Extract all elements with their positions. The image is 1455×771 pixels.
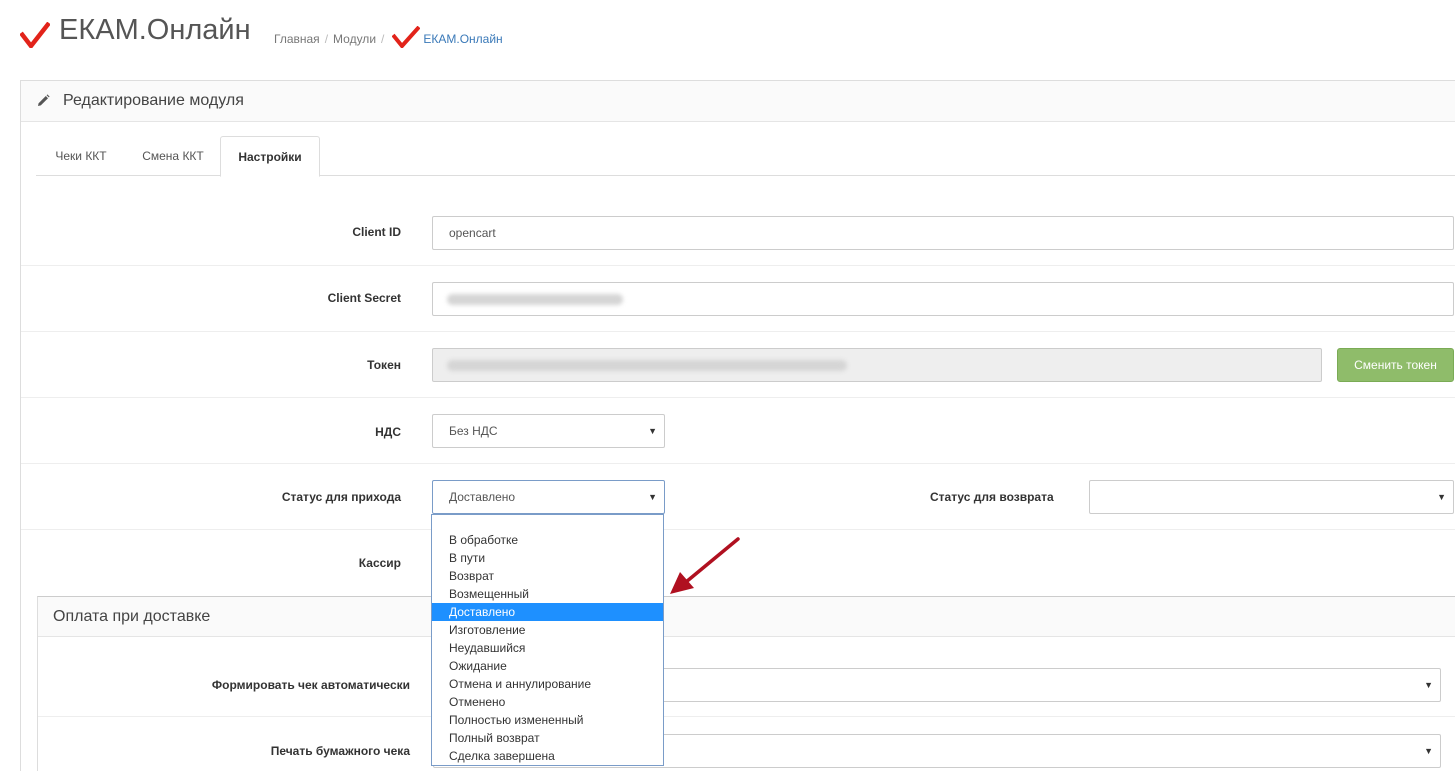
form-row-paper-receipt: Печать бумажного чека ▼ bbox=[38, 717, 1455, 771]
dropdown-option[interactable]: Возврат bbox=[432, 567, 663, 585]
breadcrumb-home[interactable]: Главная bbox=[274, 32, 320, 46]
client-secret-input[interactable] bbox=[432, 282, 1454, 316]
dropdown-option[interactable]: Неудавшийся bbox=[432, 639, 663, 657]
dropdown-option[interactable]: Полностью измененный bbox=[432, 711, 663, 729]
app-title: ЕКАМ.Онлайн bbox=[59, 14, 251, 46]
cashier-label: Кассир bbox=[358, 556, 401, 570]
caret-down-icon: ▼ bbox=[648, 426, 657, 436]
dropdown-option[interactable]: Отмена и аннулирование bbox=[432, 675, 663, 693]
edit-module-panel: Редактирование модуля Чеки ККТ Смена ККТ… bbox=[20, 80, 1455, 771]
change-token-button[interactable]: Сменить токен bbox=[1337, 348, 1454, 382]
annotation-arrow-icon bbox=[670, 537, 740, 594]
refund-status-select[interactable]: ▼ bbox=[1089, 480, 1454, 514]
tab-receipts[interactable]: Чеки ККТ bbox=[36, 136, 126, 176]
panel-title: Редактирование модуля bbox=[63, 92, 244, 109]
dropdown-option[interactable]: Изготовление bbox=[432, 621, 663, 639]
pencil-icon bbox=[38, 94, 50, 106]
panel-heading: Редактирование модуля bbox=[21, 81, 1455, 122]
form-row-vat: НДС Без НДС ▼ bbox=[21, 398, 1455, 464]
caret-down-icon: ▼ bbox=[1424, 746, 1433, 756]
form-row-client-id: Client ID opencart bbox=[21, 200, 1455, 266]
caret-down-icon: ▼ bbox=[1437, 492, 1446, 502]
income-status-label: Статус для прихода bbox=[281, 490, 401, 504]
cod-subpanel-title: Оплата при доставке bbox=[53, 608, 211, 625]
vat-label: НДС bbox=[375, 425, 401, 439]
redacted-value bbox=[447, 360, 847, 371]
dropdown-option[interactable]: Возмещенный bbox=[432, 585, 663, 603]
breadcrumb-separator: / bbox=[324, 32, 329, 47]
vat-select[interactable]: Без НДС ▼ bbox=[432, 414, 665, 448]
client-id-input[interactable]: opencart bbox=[432, 216, 1454, 250]
dropdown-option[interactable]: Ожидание bbox=[432, 657, 663, 675]
breadcrumb-separator: / bbox=[381, 32, 385, 47]
dropdown-option[interactable]: В обработке bbox=[432, 531, 663, 549]
income-status-value: Доставлено bbox=[449, 490, 516, 504]
auto-receipt-label: Формировать чек автоматически bbox=[211, 678, 410, 692]
caret-down-icon: ▼ bbox=[1424, 680, 1433, 690]
breadcrumb-current[interactable]: ЕКАМ.Онлайн bbox=[423, 32, 502, 46]
cod-subpanel: Оплата при доставке Формировать чек авто… bbox=[37, 596, 1455, 771]
breadcrumb: Главная / Модули / ЕКАМ.Онлайн bbox=[274, 26, 503, 48]
tab-shift[interactable]: Смена ККТ bbox=[126, 136, 220, 176]
income-status-dropdown: В обработке В пути Возврат Возмещенный Д… bbox=[431, 514, 664, 766]
paper-receipt-label: Печать бумажного чека bbox=[270, 744, 410, 758]
dropdown-option[interactable]: В пути bbox=[432, 549, 663, 567]
dropdown-option[interactable]: Сделка завершена bbox=[432, 747, 663, 765]
dropdown-option-selected[interactable]: Доставлено bbox=[432, 603, 663, 621]
vat-select-value: Без НДС bbox=[449, 424, 498, 438]
caret-down-icon: ▼ bbox=[648, 492, 657, 502]
token-label: Токен bbox=[367, 358, 401, 372]
income-status-select[interactable]: Доставлено ▼ bbox=[432, 480, 665, 514]
token-input bbox=[432, 348, 1322, 382]
breadcrumb-modules[interactable]: Модули bbox=[333, 32, 376, 46]
tab-bar: Чеки ККТ Смена ККТ Настройки bbox=[36, 136, 1455, 177]
form-row-income-status: Статус для прихода Доставлено ▼ Статус д… bbox=[21, 464, 1455, 530]
dropdown-option[interactable]: Отменено bbox=[432, 693, 663, 711]
form-row-token: Токен Сменить токен bbox=[21, 332, 1455, 398]
tab-settings[interactable]: Настройки bbox=[220, 136, 320, 177]
dropdown-option[interactable]: Полный возврат bbox=[432, 729, 663, 747]
page-header: ЕКАМ.Онлайн Главная / Модули / ЕКАМ.Онлайн bbox=[0, 0, 1455, 80]
cod-subpanel-heading: Оплата при доставке bbox=[38, 597, 1455, 637]
form-row-auto-receipt: Формировать чек автоматически ▼ bbox=[38, 637, 1455, 717]
form-row-client-secret: Client Secret bbox=[21, 266, 1455, 332]
client-secret-label: Client Secret bbox=[327, 291, 401, 305]
refund-status-label: Статус для возврата bbox=[930, 490, 1054, 504]
redacted-value bbox=[447, 294, 623, 305]
client-id-label: Client ID bbox=[352, 225, 401, 239]
red-check-icon bbox=[20, 22, 50, 48]
red-check-icon bbox=[392, 26, 421, 48]
